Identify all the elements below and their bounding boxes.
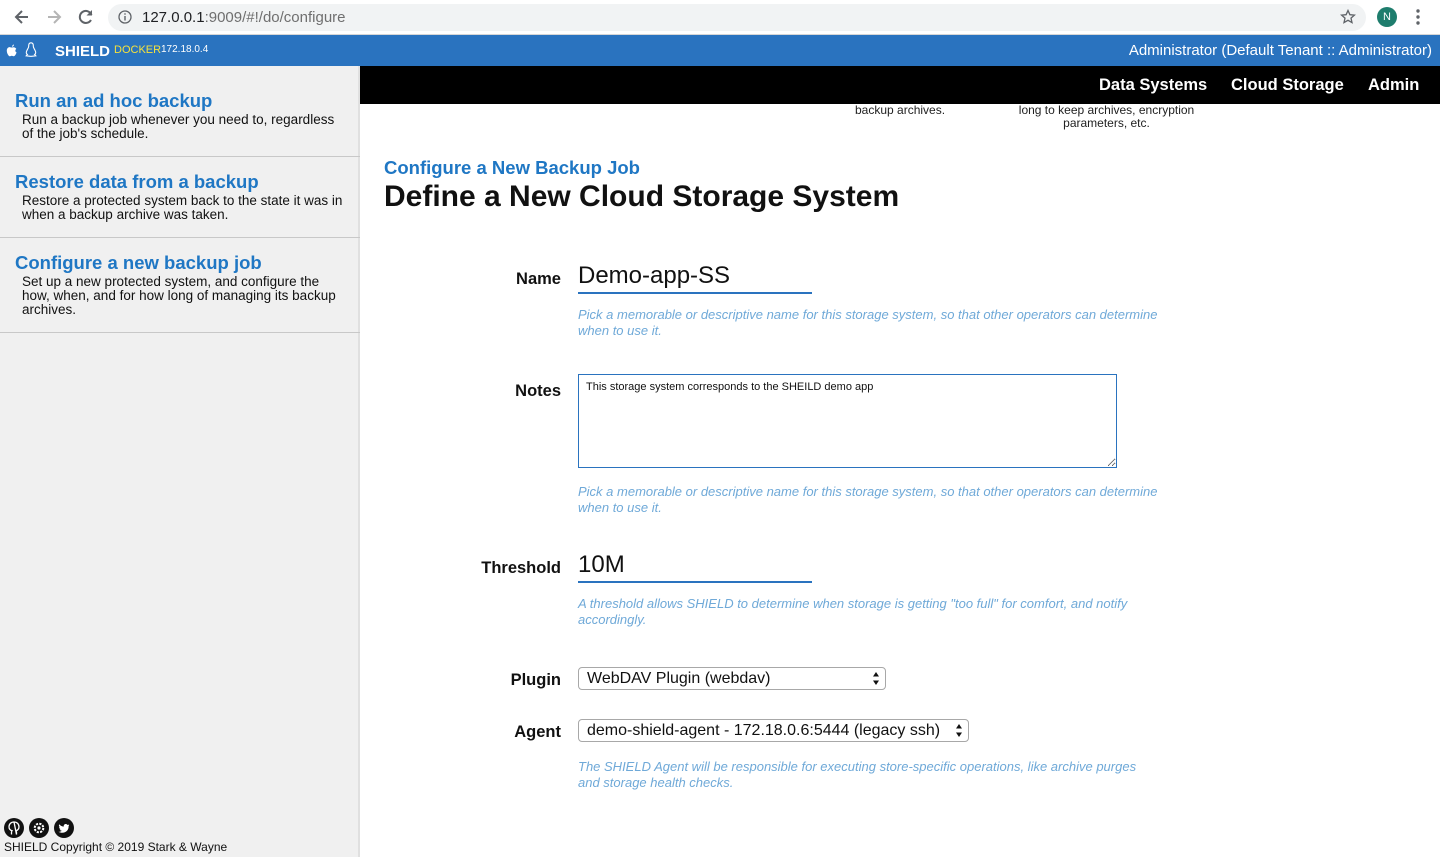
name-help-text: Pick a memorable or descriptive name for… [578, 307, 1158, 338]
step-text-line: parameters, etc. [1063, 115, 1150, 130]
brand-name[interactable]: SHIELD [55, 43, 110, 60]
agent-label: Agent [514, 723, 561, 741]
select-arrows-icon [956, 724, 962, 737]
user-menu[interactable]: Administrator (Default Tenant :: Adminis… [1129, 42, 1432, 59]
name-label: Name [516, 270, 561, 288]
address-bar[interactable]: 127.0.0.1:9009/#!/do/configure [108, 4, 1366, 31]
nav-admin[interactable]: Admin [1368, 76, 1419, 95]
threshold-label: Threshold [481, 559, 561, 577]
sidebar-item-title[interactable]: Configure a new backup job [15, 252, 262, 274]
social-links [4, 818, 74, 838]
plugin-select[interactable]: WebDAV Plugin (webdav) [578, 667, 886, 690]
shield-header-bar: SHIELD DOCKER 172.18.0.4 Administrator (… [0, 35, 1440, 66]
url-text[interactable]: 127.0.0.1:9009/#!/do/configure [142, 9, 346, 26]
step-text-line: backup archives. [855, 103, 946, 117]
sidebar-item-configure-job[interactable]: Configure a new backup job Set up a new … [0, 238, 360, 333]
copyright: SHIELD Copyright © 2019 Stark & Wayne [4, 840, 228, 854]
main-nav: Data Systems Cloud Storage Admin [360, 66, 1440, 104]
bookmark-star-icon[interactable] [1340, 9, 1356, 25]
docker-gear-icon[interactable] [29, 818, 49, 838]
sidebar-item-title[interactable]: Run an ad hoc backup [15, 90, 212, 112]
sidebar-item-description: Restore a protected system back to the s… [22, 193, 343, 222]
linux-tux-icon [25, 42, 37, 57]
back-arrow-icon[interactable] [12, 7, 32, 27]
sidebar-item-title[interactable]: Restore data from a backup [15, 171, 259, 193]
twitter-icon[interactable] [54, 818, 74, 838]
threshold-help-text: A threshold allows SHIELD to determine w… [578, 596, 1128, 627]
page-title: Define a New Cloud Storage System [384, 180, 900, 213]
apple-icon [6, 44, 17, 57]
nav-data-systems[interactable]: Data Systems [1099, 76, 1207, 95]
site-info-icon[interactable] [118, 10, 132, 24]
sidebar-item-description: Run a backup job whenever you need to, r… [22, 112, 335, 141]
profile-avatar[interactable]: N [1377, 7, 1397, 27]
forward-arrow-icon[interactable] [44, 7, 64, 27]
plugin-label: Plugin [510, 671, 561, 689]
workflow-step-text: backup archives. [855, 104, 945, 117]
notes-label: Notes [515, 382, 561, 400]
agent-help-text: The SHIELD Agent will be responsible for… [578, 759, 1137, 790]
notes-help-text: Pick a memorable or descriptive name for… [578, 484, 1158, 515]
plugin-select-value: WebDAV Plugin (webdav) [587, 670, 771, 687]
workflow-step-text: long to keep archives, encryption parame… [1018, 104, 1195, 129]
notes-textarea[interactable]: This storage system corresponds to the S… [578, 374, 1117, 468]
browser-menu-icon[interactable] [1412, 8, 1424, 26]
name-input[interactable] [578, 262, 812, 294]
environment-ip: 172.18.0.4 [161, 44, 209, 55]
threshold-input[interactable] [578, 551, 812, 583]
environment-label: DOCKER [114, 44, 162, 56]
page-eyebrow: Configure a New Backup Job [384, 157, 640, 178]
sidebar-item-adhoc-backup[interactable]: Run an ad hoc backup Run a backup job wh… [0, 66, 360, 157]
select-arrows-icon [873, 672, 879, 685]
agent-select-value: demo-shield-agent - 172.18.0.6:5444 (leg… [587, 722, 941, 739]
reload-icon[interactable] [76, 7, 96, 27]
browser-toolbar: 127.0.0.1:9009/#!/do/configure N [0, 0, 1440, 35]
sidebar-item-restore[interactable]: Restore data from a backup Restore a pro… [0, 157, 360, 238]
sidebar: Run an ad hoc backup Run a backup job wh… [0, 66, 360, 857]
step-text-line: long to keep archives, encryption [1018, 103, 1195, 117]
agent-select[interactable]: demo-shield-agent - 172.18.0.6:5444 (leg… [578, 719, 969, 742]
nav-cloud-storage[interactable]: Cloud Storage [1231, 76, 1344, 95]
sidebar-item-description: Set up a new protected system, and confi… [22, 274, 336, 317]
github-icon[interactable] [4, 818, 24, 838]
